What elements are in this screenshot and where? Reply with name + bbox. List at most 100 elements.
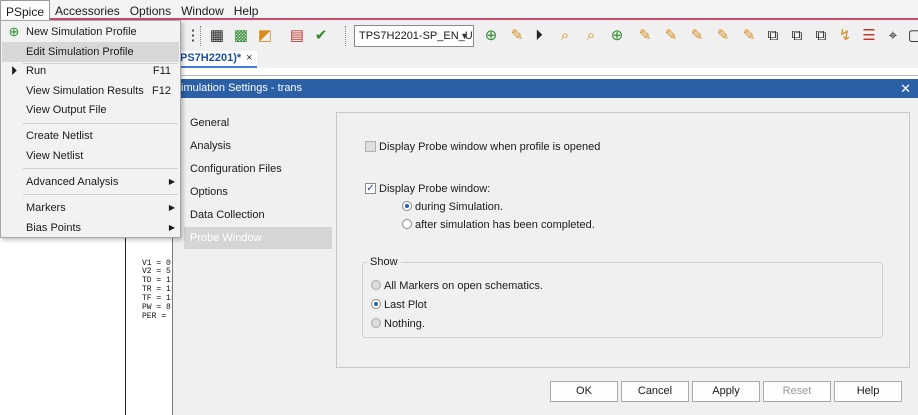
zoom-region-icon[interactable]: ⌕ [556, 27, 574, 45]
schematic-wire [125, 238, 126, 415]
power-marker-icon[interactable]: ✎ [714, 27, 732, 45]
more-icon[interactable]: ▢ [906, 27, 918, 45]
help-button[interactable]: Help [834, 381, 902, 402]
add-marker-icon[interactable]: ⊕ [608, 27, 626, 45]
voltage-marker-icon[interactable]: ✎ [636, 27, 654, 45]
all-markers-label: All Markers on open schematics. [384, 280, 543, 292]
reset-button[interactable]: Reset [763, 381, 831, 402]
grid-icon[interactable]: ▦ [208, 27, 226, 45]
schematic-param-text: TF = 1r [142, 294, 176, 303]
display-probe-checkbox[interactable]: ✓ [365, 183, 376, 194]
profile-select-value: TPS7H2201-SP_EN_UVLO [359, 30, 473, 42]
menu-item-label: View Netlist [26, 150, 84, 162]
nothing-radio[interactable] [371, 318, 381, 328]
run-icon[interactable]: ⏵ [530, 27, 548, 45]
schematic-param-text: V2 = 5. [142, 267, 176, 276]
schematic-param-text: PW = 8 [142, 303, 171, 312]
nav-probe-window[interactable]: Probe Window [184, 227, 332, 249]
menu-item-label: Edit Simulation Profile [26, 46, 134, 58]
menu-separator [23, 123, 178, 124]
edit-profile-icon[interactable]: ✎ [508, 27, 526, 45]
voltage-diff-marker-icon[interactable]: ✎ [662, 27, 680, 45]
menu-pspice[interactable]: PSpice [0, 0, 51, 20]
menu-item-label: View Simulation Results [26, 85, 144, 97]
place-part-icon[interactable]: ▩ [232, 27, 250, 45]
ok-button[interactable]: OK [550, 381, 618, 402]
nav-data-collection[interactable]: Data Collection [184, 204, 332, 226]
netlist-icon[interactable]: ▤ [288, 27, 306, 45]
new-profile-icon[interactable]: ⊕ [482, 27, 500, 45]
toggle-bias-icon[interactable]: ☰ [860, 27, 878, 45]
after-simulation-label: after simulation has been completed. [415, 219, 595, 231]
simulation-profile-select[interactable]: TPS7H2201-SP_EN_UVLO ▼ [354, 25, 474, 47]
display-on-open-label: Display Probe window when profile is ope… [379, 141, 601, 153]
menu-item-advanced-analysis[interactable]: Advanced Analysis ▶ [2, 172, 179, 192]
menu-item-label: Bias Points [26, 222, 82, 234]
menu-window[interactable]: Window [176, 0, 229, 20]
schematic-ruler [180, 68, 918, 76]
schematic-param-text: TD = 1r [142, 276, 176, 285]
menu-item-bias-points[interactable]: Bias Points ▶ [2, 218, 179, 238]
document-tab-strip: PS7H2201)* × [180, 50, 918, 68]
menu-accessories[interactable]: Accessories [50, 0, 125, 20]
schematic-param-text: TR = 1r [142, 285, 176, 294]
toolbar: ⋮ ▦ ▩ ◩ ▤ ✔ TPS7H2201-SP_EN_UVLO ▼ ⊕ ✎ ⏵… [180, 20, 918, 50]
pspice-menu: ⊕ New Simulation Profile Edit Simulation… [0, 20, 181, 238]
menu-item-view-netlist[interactable]: View Netlist [2, 146, 179, 166]
dialog-title-bar[interactable]: imulation Settings - trans ✕ [173, 79, 918, 98]
tab-schematic-label: PS7H2201)* [180, 52, 242, 64]
vd-icon[interactable]: ⧉ [764, 27, 782, 45]
chevron-right-icon: ▶ [168, 177, 175, 186]
display-probe-label: Display Probe window: [379, 183, 491, 195]
menu-item-shortcut: F12 [152, 85, 171, 97]
tab-schematic[interactable]: PS7H2201)* × [180, 51, 257, 68]
bias-voltage-icon[interactable]: ✎ [740, 27, 758, 45]
chevron-down-icon: ▼ [460, 31, 469, 41]
nav-configuration-files[interactable]: Configuration Files [184, 158, 332, 180]
nav-analysis[interactable]: Analysis [184, 135, 332, 157]
menu-item-view-simulation-results[interactable]: View Simulation Results F12 [2, 81, 179, 101]
during-simulation-radio[interactable] [402, 201, 412, 211]
check-icon[interactable]: ✔ [312, 27, 330, 45]
chevron-right-icon: ▶ [168, 223, 175, 232]
toolbar-separator [345, 26, 346, 46]
run-icon: ⏵ [10, 63, 18, 78]
cd-icon[interactable]: ⧉ [788, 27, 806, 45]
during-simulation-label: during Simulation. [415, 201, 504, 213]
last-plot-radio[interactable] [371, 299, 381, 309]
menu-help[interactable]: Help [229, 0, 264, 20]
current-marker-icon[interactable]: ✎ [688, 27, 706, 45]
all-markers-radio[interactable] [371, 280, 381, 290]
menu-item-label: Advanced Analysis [26, 176, 119, 188]
probe-target-icon[interactable]: ⌖ [884, 27, 902, 45]
pd-icon[interactable]: ⧉ [812, 27, 830, 45]
bias-current-icon[interactable]: ↯ [836, 27, 854, 45]
menu-item-shortcut: F11 [152, 65, 171, 77]
after-simulation-radio[interactable] [402, 219, 412, 229]
menu-item-run[interactable]: ⏵ Run F11 [2, 61, 179, 81]
display-on-open-checkbox[interactable] [365, 141, 376, 152]
menu-item-create-netlist[interactable]: Create Netlist [2, 126, 179, 146]
cancel-button[interactable]: Cancel [621, 381, 689, 402]
rotate-icon[interactable]: ◩ [256, 27, 274, 45]
nav-general[interactable]: General [184, 112, 332, 134]
probe-window-panel: Display Probe window when profile is ope… [336, 112, 910, 368]
menu-item-markers[interactable]: Markers ▶ [2, 198, 179, 218]
dialog-title: imulation Settings - trans [181, 82, 303, 94]
menu-item-label: View Output File [26, 104, 107, 116]
close-icon[interactable]: ✕ [900, 79, 911, 98]
last-plot-label: Last Plot [384, 299, 427, 311]
menu-item-view-output-file[interactable]: View Output File [2, 100, 179, 120]
menu-item-label: Create Netlist [26, 130, 93, 142]
menu-item-edit-simulation-profile[interactable]: Edit Simulation Profile [2, 42, 179, 62]
toolbar-separator [200, 26, 201, 46]
menu-item-new-simulation-profile[interactable]: ⊕ New Simulation Profile [2, 22, 179, 42]
menu-options[interactable]: Options [125, 0, 176, 20]
show-group: Show All Markers on open schematics. Las… [362, 256, 883, 338]
menu-separator [23, 168, 178, 169]
nav-options[interactable]: Options [184, 181, 332, 203]
apply-button[interactable]: Apply [692, 381, 760, 402]
zoom-fit-icon[interactable]: ⌕ [582, 27, 600, 45]
nothing-label: Nothing. [384, 318, 425, 330]
close-icon[interactable]: × [246, 52, 252, 64]
